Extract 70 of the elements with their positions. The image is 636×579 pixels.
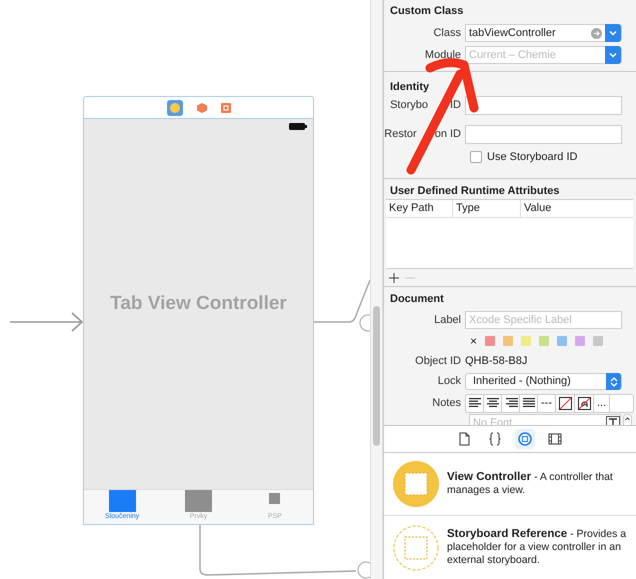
column-header[interactable]: Value [521,200,589,217]
file-icon [458,432,472,446]
field-label: Object ID [414,354,462,369]
label-field[interactable]: Xcode Specific Label [465,311,622,329]
view-controller-dock-icon [166,100,182,116]
field-label: Storybo [390,98,428,114]
field-label: Label [433,312,462,328]
notes-tool-button[interactable]: --- [538,394,556,412]
checkbox-label: Use Storyboard ID [487,150,578,165]
no-color-swatch-icon [558,396,572,410]
tab-image-icon [269,492,280,504]
library-item-description: View Controller - A controller that manages a view. [447,471,614,497]
tab-image-icon [184,490,212,512]
film-strip-icon [548,432,562,446]
scene-title: Tab View Controller [110,292,287,316]
notes-tool-button[interactable] [466,394,484,412]
notes-tool-button[interactable] [556,394,575,412]
go-arrow-icon [591,28,602,38]
field-label: Module [424,48,462,63]
section-title: Custom Class [389,4,464,19]
stepper-arrows-icon [610,376,618,386]
color-label-swatch[interactable] [539,336,550,346]
library-item[interactable]: View Controller - A controller that manages a view. [384,453,636,516]
library-item-description: Storyboard Reference - Provides a placeholder for a view controller in an external storyboard. [447,528,627,567]
text-field[interactable] [465,96,622,115]
battery-icon [289,123,307,130]
text-field[interactable] [465,125,622,144]
add-icon[interactable] [389,272,399,282]
scroll-thumb[interactable] [373,306,380,446]
chevron-down-icon [609,50,617,60]
clear-color-button[interactable]: × [470,335,478,347]
color-label-swatch[interactable] [521,336,532,346]
notes-tool-button[interactable]: ... [594,394,610,412]
color-label-swatch[interactable] [485,336,496,346]
lock-popup-button[interactable]: Inherited - (Nothing) [465,373,622,390]
align-right-icon [504,398,518,408]
cube-icon [196,102,206,112]
field-label: Notes [431,396,462,411]
justify-icon [522,398,536,408]
view-controller-icon [393,461,439,507]
no-text-color-swatch-icon [578,396,590,410]
section-title: Identity [389,80,430,95]
column-header[interactable]: Type [453,200,521,217]
storyboard-reference-icon [393,524,439,570]
color-label-swatch[interactable] [503,336,514,346]
field-label: Lock [436,374,462,390]
braces-icon [488,432,502,446]
color-label-swatch[interactable] [593,336,604,346]
field-label: ID [450,98,461,114]
align-left-icon [468,398,482,408]
align-center-icon [486,398,500,408]
library-item[interactable]: Storyboard Reference - Provides a placeholder for a view controller in an external storyboard. [384,516,636,579]
color-label-swatch[interactable] [575,336,586,346]
section-title: Document [389,292,445,307]
section-title: User Defined Runtime Attributes [389,184,561,199]
notes-tool-button[interactable] [520,394,538,412]
chevron-down-icon [609,28,617,38]
notes-tool-button[interactable] [484,394,502,412]
class-combo-box[interactable]: tabViewController [465,24,622,42]
field-label: on ID [434,127,461,142]
color-label-swatch[interactable] [557,336,568,346]
object-id-value: QHB-58-B8J [465,354,528,369]
field-label: Class [432,26,462,41]
exit-icon [220,102,230,112]
field-label: Restor [384,127,417,142]
tab-image-icon [108,490,136,512]
column-header[interactable]: Key Path [386,200,453,217]
object-icon [518,432,532,446]
notes-tool-button[interactable] [575,394,594,412]
checkbox[interactable] [470,151,482,163]
